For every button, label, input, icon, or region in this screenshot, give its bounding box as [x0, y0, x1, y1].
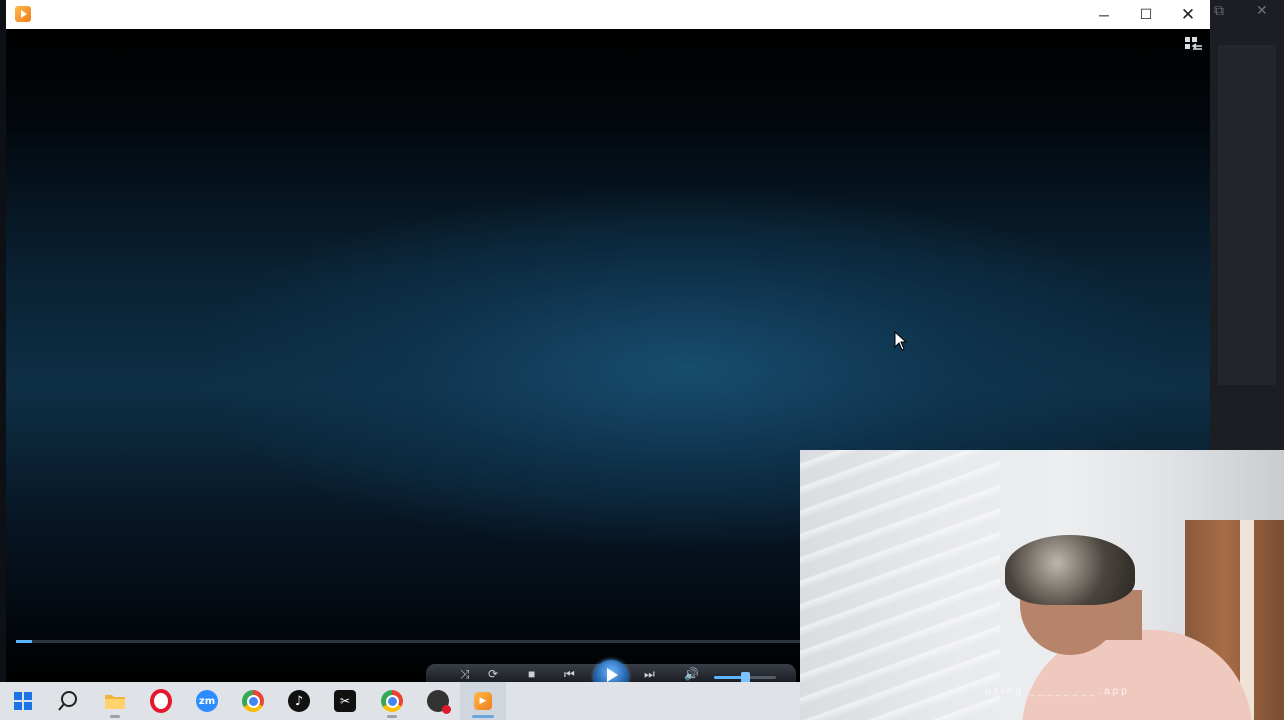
taskbar-file-explorer[interactable] — [92, 682, 138, 720]
volume-handle[interactable] — [741, 672, 750, 682]
background-restore-button[interactable]: ⧉ — [1214, 2, 1224, 19]
screen-recorder-icon — [427, 690, 451, 714]
taskbar-chrome-profile[interactable] — [369, 682, 415, 720]
background-window: ⧉ ✕ — [1210, 0, 1284, 450]
title-bar[interactable]: ─ ☐ ✕ — [6, 0, 1210, 29]
search-icon — [58, 691, 77, 711]
close-button[interactable]: ✕ — [1166, 0, 1210, 29]
mute-button[interactable]: 🔊 — [684, 667, 699, 681]
tiktok-icon: ♪ — [288, 690, 310, 712]
seek-bar[interactable] — [16, 640, 806, 643]
person-hair — [1005, 535, 1135, 605]
taskbar-capcut[interactable]: ✂ — [322, 682, 368, 720]
media-player-icon — [15, 6, 31, 22]
maximize-button[interactable]: ☐ — [1124, 0, 1168, 29]
taskbar-zoom[interactable]: zm — [184, 682, 230, 720]
taskbar-screen-recorder[interactable] — [415, 682, 461, 720]
zoom-icon: zm — [196, 690, 218, 712]
webcam-watermark: using ________.app — [985, 686, 1130, 697]
taskbar-chrome[interactable] — [230, 682, 276, 720]
background-window-content — [1218, 45, 1276, 385]
media-player-icon: ▶ — [474, 692, 492, 710]
webcam-overlay: using ________.app — [800, 450, 1284, 720]
switch-to-library-icon[interactable] — [1184, 36, 1204, 52]
folder-icon — [105, 695, 125, 709]
repeat-button[interactable]: ⟳ — [488, 667, 498, 681]
volume-slider[interactable] — [714, 672, 776, 682]
taskbar-media-player[interactable]: ▶ — [460, 682, 506, 720]
shuffle-button[interactable]: ⤨ — [460, 667, 470, 681]
previous-button[interactable]: ⏮ — [564, 667, 575, 681]
minimize-button[interactable]: ─ — [1082, 0, 1126, 29]
next-button[interactable]: ⏭ — [644, 667, 655, 681]
chrome-profile-icon — [381, 690, 403, 712]
opera-icon — [150, 689, 172, 713]
chrome-icon — [242, 690, 264, 712]
windows-icon — [14, 692, 32, 710]
playback-controls: ⤨ ⟳ ■ ⏮ ⏭ 🔊 — [426, 660, 796, 682]
taskbar-start[interactable] — [0, 682, 46, 720]
seek-progress — [16, 640, 32, 643]
play-button[interactable] — [594, 660, 628, 682]
capcut-icon: ✂ — [334, 690, 356, 712]
mouse-cursor-icon — [894, 331, 908, 351]
background-close-button[interactable]: ✕ — [1256, 2, 1268, 19]
taskbar-opera[interactable] — [138, 682, 184, 720]
taskbar: zm ♪ ✂ ▶ — [0, 682, 800, 720]
stop-button[interactable]: ■ — [528, 667, 535, 681]
taskbar-search[interactable] — [45, 682, 91, 720]
taskbar-tiktok[interactable]: ♪ — [276, 682, 322, 720]
window-blinds-light — [800, 450, 1000, 720]
